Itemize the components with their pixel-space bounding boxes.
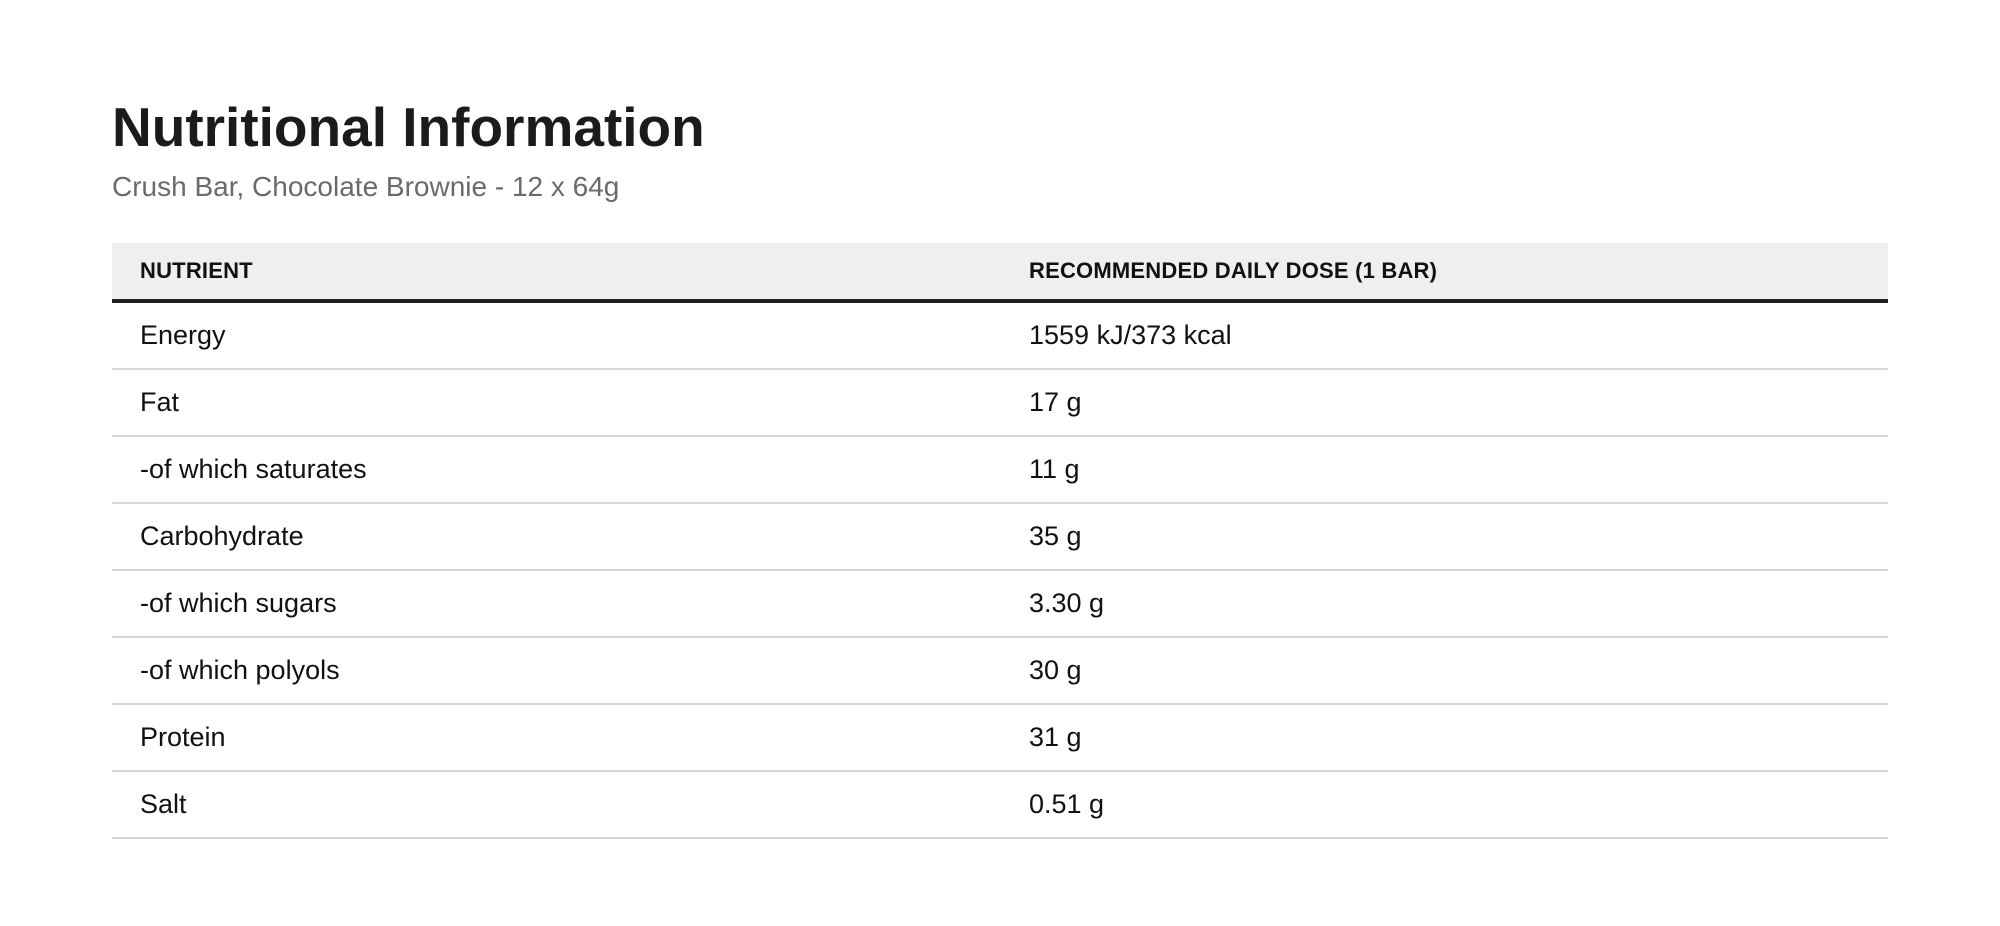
dose-cell: 1559 kJ/373 kcal [1001,301,1888,370]
table-row: -of which sugars 3.30 g [112,570,1888,638]
table-row: Salt 0.51 g [112,771,1888,839]
nutrient-cell: Protein [112,704,1001,772]
table-row: -of which polyols 30 g [112,637,1888,705]
nutrient-cell: -of which saturates [112,436,1001,504]
table-row: Fat 17 g [112,369,1888,437]
nutrition-page: Nutritional Information Crush Bar, Choco… [0,0,2000,926]
table-row: -of which saturates 11 g [112,436,1888,504]
dose-cell: 0.51 g [1001,771,1888,839]
nutrient-cell: Fat [112,369,1001,437]
column-header-daily-dose: RECOMMENDED DAILY DOSE (1 BAR) [1001,243,1888,303]
dose-cell: 17 g [1001,369,1888,437]
nutrient-cell: -of which polyols [112,637,1001,705]
dose-cell: 30 g [1001,637,1888,705]
table-row: Carbohydrate 35 g [112,503,1888,571]
table-row: Protein 31 g [112,704,1888,772]
dose-cell: 3.30 g [1001,570,1888,638]
nutrition-table: NUTRIENT RECOMMENDED DAILY DOSE (1 BAR) … [112,243,1888,839]
dose-cell: 11 g [1001,436,1888,504]
dose-cell: 31 g [1001,704,1888,772]
nutrient-cell: Carbohydrate [112,503,1001,571]
product-subtitle: Crush Bar, Chocolate Brownie - 12 x 64g [112,171,620,202]
page-title: Nutritional Information [112,96,705,158]
header-row: NUTRIENT RECOMMENDED DAILY DOSE (1 BAR) [112,243,1888,303]
table-body: Energy 1559 kJ/373 kcal Fat 17 g -of whi… [112,301,1888,839]
column-header-nutrient: NUTRIENT [112,243,1001,303]
nutrient-cell: Salt [112,771,1001,839]
nutrient-cell: -of which sugars [112,570,1001,638]
table-header: NUTRIENT RECOMMENDED DAILY DOSE (1 BAR) [112,243,1888,303]
dose-cell: 35 g [1001,503,1888,571]
table-row: Energy 1559 kJ/373 kcal [112,301,1888,370]
nutrient-cell: Energy [112,301,1001,370]
